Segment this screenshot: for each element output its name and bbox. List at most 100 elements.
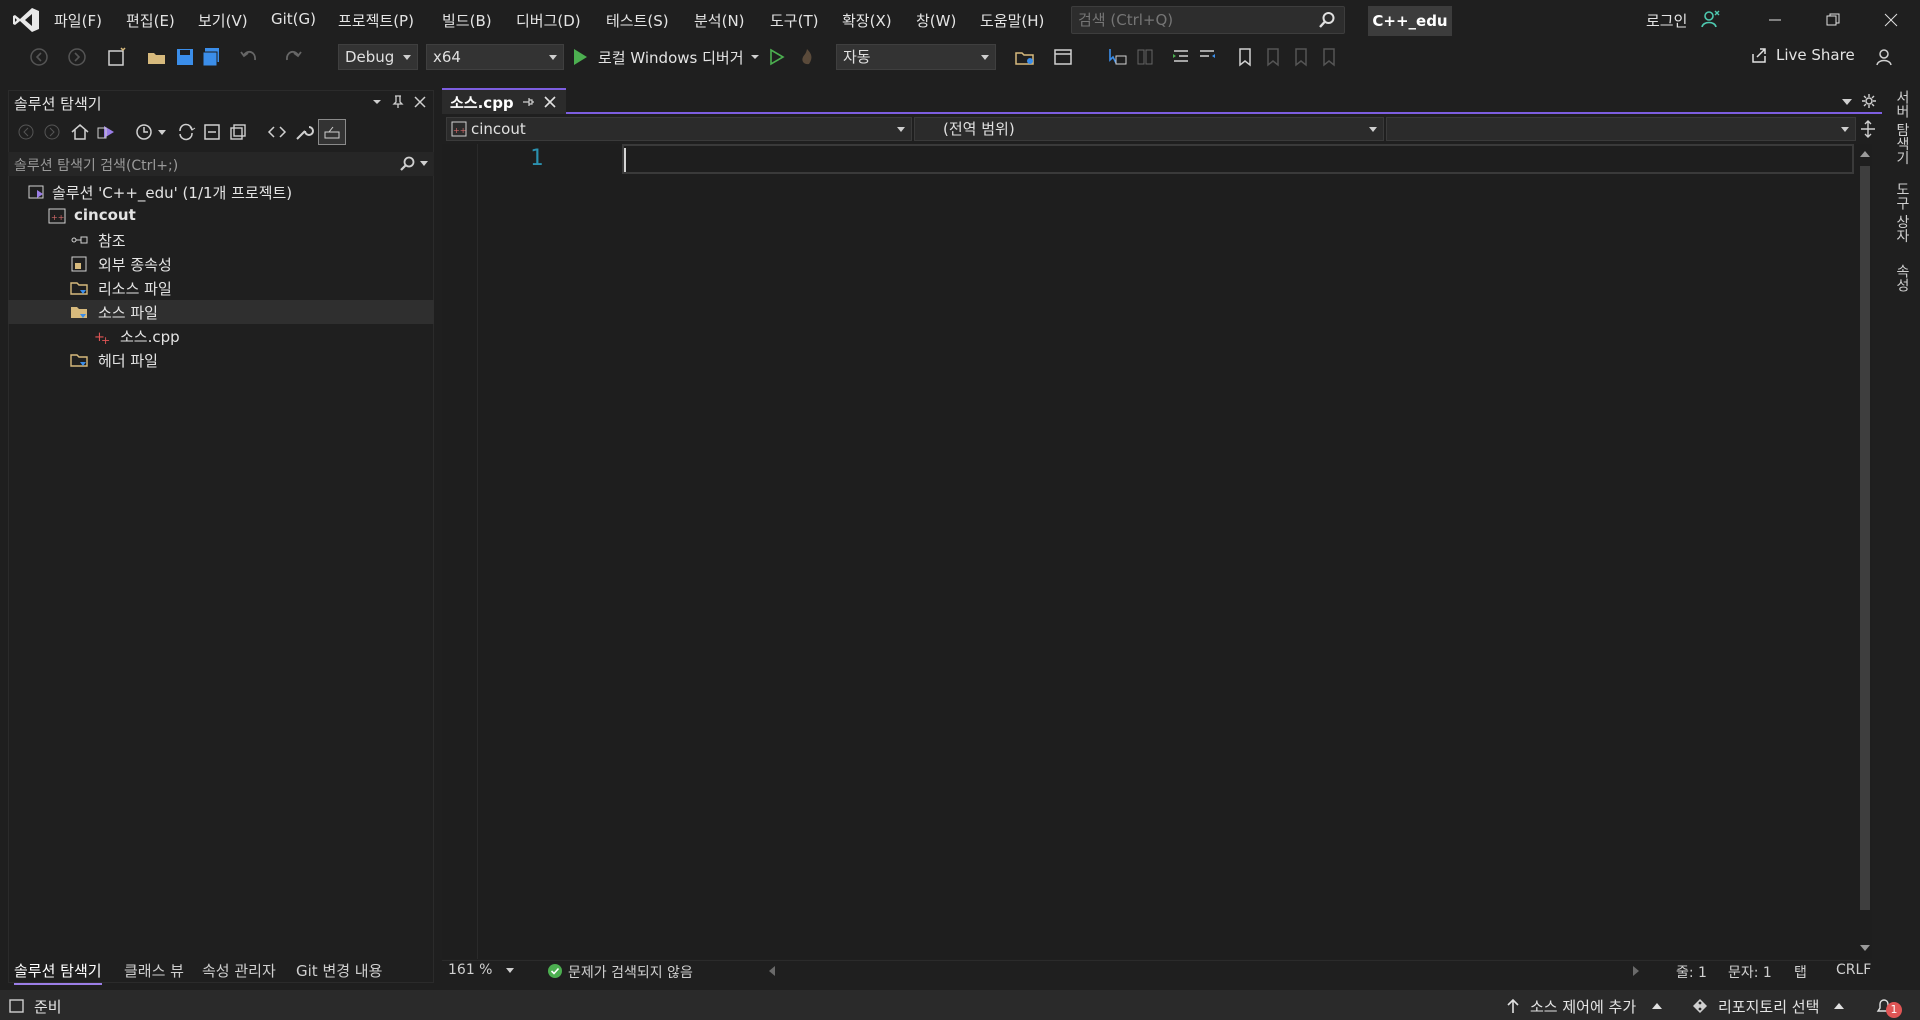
tree-external-deps-node[interactable]: 외부 종속성 bbox=[8, 252, 434, 276]
live-share-button[interactable]: Live Share bbox=[1750, 46, 1855, 64]
preview-selected-button[interactable] bbox=[318, 119, 346, 145]
menu-extensions[interactable]: 확장(X) bbox=[842, 10, 892, 31]
tree-header-files-node[interactable]: 헤더 파일 bbox=[8, 348, 434, 372]
issues-status[interactable]: 문제가 검색되지 않음 bbox=[568, 962, 693, 982]
chevron-up-icon[interactable] bbox=[1652, 1002, 1662, 1010]
settings-gear-icon[interactable] bbox=[1862, 94, 1876, 108]
output-window-icon[interactable] bbox=[8, 998, 26, 1014]
zoom-level[interactable]: 161 % bbox=[448, 962, 492, 978]
tree-references-node[interactable]: 참조 bbox=[8, 228, 434, 252]
scroll-down-icon[interactable] bbox=[1860, 944, 1870, 952]
chevron-down-icon[interactable] bbox=[158, 130, 166, 136]
editor-gutter[interactable] bbox=[442, 144, 478, 959]
tree-source-cpp-node[interactable]: + + 소스.cpp bbox=[8, 324, 434, 348]
window-layout-icon[interactable] bbox=[1052, 46, 1074, 68]
stack-frame-select[interactable]: 자동 bbox=[836, 44, 996, 70]
menu-test[interactable]: 테스트(S) bbox=[606, 10, 669, 31]
menu-view[interactable]: 보기(V) bbox=[198, 10, 248, 31]
visual-studio-logo-icon[interactable] bbox=[12, 7, 40, 33]
switch-views-icon[interactable] bbox=[96, 122, 118, 142]
current-line-highlight[interactable] bbox=[622, 144, 1854, 174]
global-search[interactable] bbox=[1071, 6, 1345, 34]
sync-icon[interactable] bbox=[176, 122, 196, 142]
tree-solution-node[interactable]: 솔루션 'C++_edu' (1/1개 프로젝트) bbox=[8, 180, 434, 204]
feedback-icon[interactable] bbox=[1874, 46, 1896, 68]
scope-nav-select[interactable]: (전역 범위) bbox=[914, 117, 1384, 141]
tree-resource-files-node[interactable]: 리소스 파일 bbox=[8, 276, 434, 300]
tree-project-node[interactable]: ++ cincout bbox=[8, 204, 434, 228]
menu-build[interactable]: 빌드(B) bbox=[442, 10, 492, 31]
select-repository[interactable]: 리포지토리 선택 bbox=[1718, 996, 1819, 1017]
code-editor[interactable] bbox=[442, 144, 1860, 959]
menu-analyze[interactable]: 분석(N) bbox=[694, 10, 745, 31]
scrollbar-thumb[interactable] bbox=[1860, 166, 1870, 910]
tab-git-changes[interactable]: Git 변경 내용 bbox=[296, 960, 382, 981]
solution-platform-select[interactable]: x64 bbox=[426, 44, 564, 70]
properties-wrench-icon[interactable] bbox=[294, 122, 314, 142]
next-bookmark-icon[interactable] bbox=[1290, 46, 1312, 68]
solution-configuration-select[interactable]: Debug bbox=[338, 44, 418, 70]
tab-list-chevron-icon[interactable] bbox=[1842, 98, 1852, 106]
search-icon[interactable] bbox=[1318, 11, 1336, 29]
show-all-files-icon[interactable] bbox=[228, 122, 248, 142]
chevron-down-icon[interactable] bbox=[506, 968, 514, 974]
back-icon[interactable] bbox=[16, 122, 36, 142]
restore-button[interactable] bbox=[1804, 0, 1862, 40]
navigate-back-icon[interactable] bbox=[28, 46, 50, 68]
solution-folder-icon[interactable] bbox=[1014, 46, 1036, 68]
line-position[interactable]: 줄: 1 bbox=[1676, 962, 1707, 982]
view-code-icon[interactable] bbox=[266, 122, 288, 142]
outdent-icon[interactable] bbox=[1196, 46, 1218, 68]
close-tab-icon[interactable] bbox=[544, 96, 556, 108]
member-nav-select[interactable] bbox=[1386, 117, 1856, 141]
pin-tab-icon[interactable] bbox=[522, 96, 534, 108]
chevron-down-icon[interactable] bbox=[372, 97, 382, 107]
pending-changes-icon[interactable] bbox=[134, 122, 154, 142]
forward-icon[interactable] bbox=[42, 122, 62, 142]
collapse-all-icon[interactable] bbox=[202, 122, 222, 142]
previous-bookmark-icon[interactable] bbox=[1262, 46, 1284, 68]
navigate-forward-icon[interactable] bbox=[66, 46, 88, 68]
start-without-debugging-icon[interactable] bbox=[765, 46, 787, 68]
redo-icon[interactable] bbox=[282, 46, 304, 68]
tab-property-manager[interactable]: 속성 관리자 bbox=[202, 960, 276, 981]
notifications-button[interactable]: 1 bbox=[1874, 994, 1904, 1018]
login-link[interactable]: 로그인 bbox=[1646, 10, 1687, 31]
menu-help[interactable]: 도움말(H) bbox=[980, 10, 1044, 31]
search-icon[interactable] bbox=[398, 155, 416, 173]
tab-toolbox[interactable]: 도구 상자 bbox=[1892, 182, 1912, 242]
menu-project[interactable]: 프로젝트(P) bbox=[338, 10, 414, 31]
close-panel-icon[interactable] bbox=[414, 96, 426, 108]
bookmark-icon[interactable] bbox=[1234, 46, 1256, 68]
scroll-left-icon[interactable] bbox=[768, 966, 776, 976]
start-debugging-button[interactable]: 로컬 Windows 디버거 bbox=[572, 46, 760, 68]
home-icon[interactable] bbox=[70, 122, 90, 142]
tab-solution-explorer[interactable]: 솔루션 탐색기 bbox=[14, 960, 102, 985]
menu-file[interactable]: 파일(F) bbox=[54, 10, 102, 31]
layout-icon[interactable] bbox=[1134, 46, 1156, 68]
save-all-icon[interactable] bbox=[200, 46, 222, 68]
line-endings[interactable]: CRLF bbox=[1836, 962, 1871, 978]
solution-search-placeholder[interactable]: 솔루션 탐색기 검색(Ctrl+;) bbox=[14, 155, 178, 175]
scroll-right-icon[interactable] bbox=[1632, 966, 1640, 976]
split-window-icon[interactable] bbox=[1860, 120, 1876, 138]
menu-window[interactable]: 창(W) bbox=[916, 10, 956, 31]
chevron-up-icon[interactable] bbox=[1834, 1002, 1844, 1010]
tab-server-explorer[interactable]: 서버 탐색기 bbox=[1892, 90, 1912, 164]
pin-icon[interactable] bbox=[392, 95, 404, 109]
minimize-button[interactable] bbox=[1746, 0, 1804, 40]
indent-mode[interactable]: 탭 bbox=[1794, 962, 1807, 982]
save-icon[interactable] bbox=[174, 46, 196, 68]
indent-icon[interactable] bbox=[1170, 46, 1192, 68]
search-input[interactable] bbox=[1072, 7, 1312, 33]
char-position[interactable]: 문자: 1 bbox=[1728, 962, 1772, 982]
menu-git[interactable]: Git(G) bbox=[271, 10, 316, 28]
hot-reload-icon[interactable] bbox=[796, 46, 818, 68]
project-nav-select[interactable]: ++ cincout bbox=[446, 117, 912, 141]
add-to-source-control[interactable]: 소스 제어에 추가 bbox=[1530, 996, 1636, 1017]
undo-icon[interactable] bbox=[238, 46, 260, 68]
open-folder-icon[interactable] bbox=[146, 46, 168, 68]
tree-source-files-node[interactable]: 소스 파일 bbox=[8, 300, 434, 324]
tab-class-view[interactable]: 클래스 뷰 bbox=[124, 960, 184, 981]
close-window-button[interactable] bbox=[1862, 0, 1920, 40]
